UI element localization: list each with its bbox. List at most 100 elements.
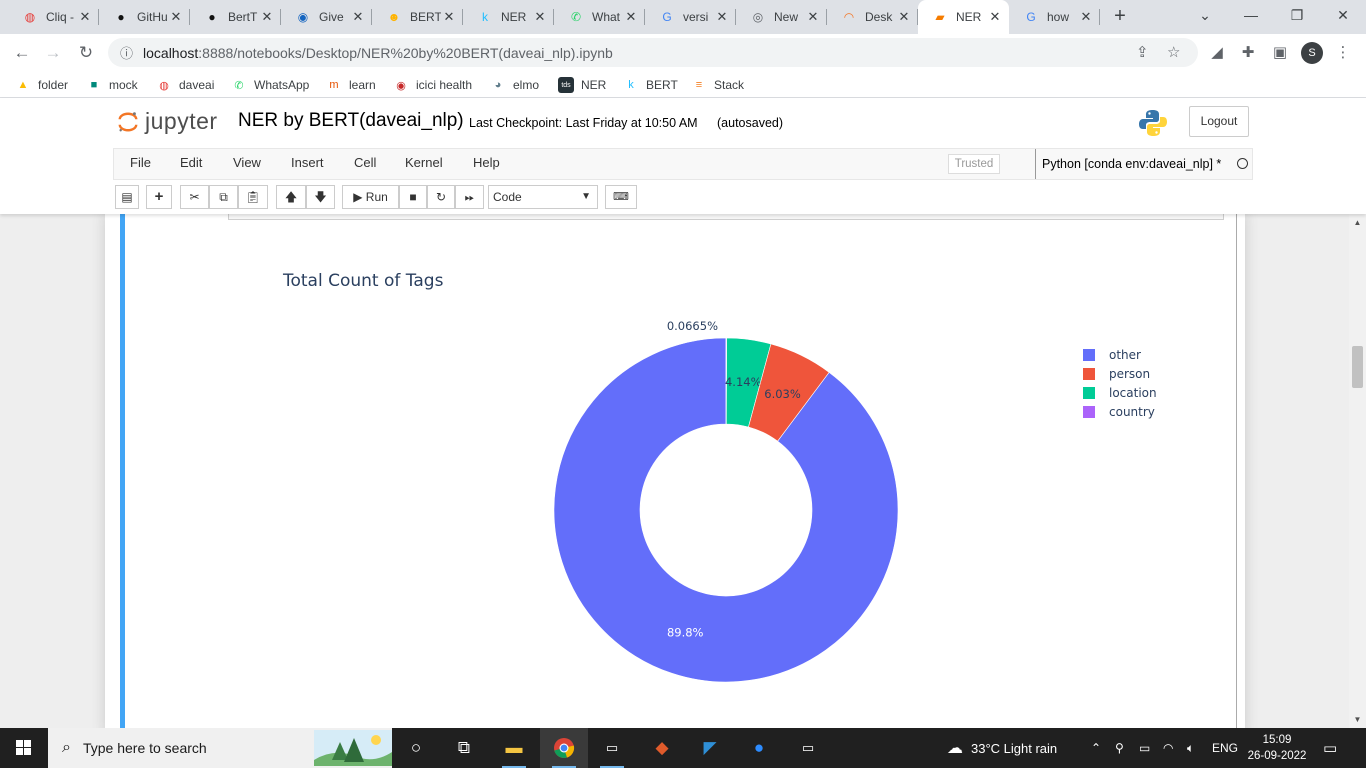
menu-cell[interactable]: Cell — [354, 155, 376, 170]
cut-icon[interactable]: ✂ — [180, 185, 209, 209]
profile-avatar[interactable]: S — [1301, 42, 1323, 64]
close-window-button[interactable]: ✕ — [1320, 0, 1366, 30]
close-tab-icon[interactable]: ✕ — [987, 9, 1003, 25]
browser-tab[interactable]: k NER ✕ — [463, 0, 554, 34]
reload-icon[interactable]: ↻ — [73, 40, 99, 66]
system-clock[interactable]: 15:09 26-09-2022 — [1247, 732, 1307, 764]
terminal-icon[interactable]: ▭ — [588, 728, 636, 768]
bookmark-item[interactable]: k BERT — [623, 75, 678, 95]
wifi-icon[interactable]: ◠ — [1163, 728, 1173, 768]
chrome-menu-icon[interactable]: ⋮ — [1330, 40, 1356, 66]
run-button[interactable]: ▶ Run — [342, 185, 399, 209]
page-scrollbar[interactable]: ▲ ▼ — [1349, 214, 1366, 728]
close-tab-icon[interactable]: ✕ — [259, 9, 275, 25]
move-down-icon[interactable]: 🡇 — [306, 185, 335, 209]
browser-tab[interactable]: Ghow ✕ — [1009, 0, 1100, 34]
close-tab-icon[interactable]: ✕ — [896, 9, 912, 25]
taskbar-search-box[interactable]: ⌕ Type here to search — [48, 728, 392, 768]
volume-icon[interactable]: 🔈︎ — [1187, 728, 1194, 768]
close-tab-icon[interactable]: ✕ — [441, 9, 457, 25]
meet-now-icon[interactable]: ⚲ — [1115, 728, 1124, 768]
browser-tab[interactable]: ◉ Give ✕ — [281, 0, 372, 34]
menu-file[interactable]: File — [130, 155, 151, 170]
browser-tab[interactable]: ◎ New ✕ — [736, 0, 827, 34]
git-icon[interactable]: ◆ — [638, 728, 686, 768]
move-up-icon[interactable]: 🡅 — [276, 185, 306, 209]
side-panel-icon[interactable]: ▣ — [1267, 40, 1293, 66]
extension-stats-icon[interactable]: ◢ — [1204, 40, 1230, 66]
back-icon[interactable]: ← — [9, 40, 35, 66]
close-tab-icon[interactable]: ✕ — [1078, 9, 1094, 25]
copy-icon[interactable]: ⧉ — [209, 185, 238, 209]
forward-icon[interactable]: → — [40, 40, 66, 66]
vscode-icon[interactable]: ◤ — [686, 728, 734, 768]
bookmark-item[interactable]: ◍ daveai — [156, 75, 214, 95]
close-tab-icon[interactable]: ✕ — [805, 9, 821, 25]
interrupt-icon[interactable]: ■ — [399, 185, 427, 209]
trusted-indicator[interactable]: Trusted — [948, 154, 1000, 174]
legend-item[interactable]: person — [1083, 364, 1157, 383]
restart-icon[interactable]: ↻ — [427, 185, 455, 209]
browser-tab[interactable]: ✆ What ✕ — [554, 0, 645, 34]
paste-icon[interactable]: 📋︎ — [238, 185, 268, 209]
bookmark-item[interactable]: ≡ Stack — [691, 75, 744, 95]
bookmark-star-icon[interactable]: ☆ — [1167, 38, 1180, 67]
run-all-icon[interactable]: ⏩︎ — [455, 185, 484, 209]
chrome-taskbar-icon[interactable] — [540, 728, 588, 768]
browser-tab[interactable]: ● BertT ✕ — [190, 0, 281, 34]
menu-kernel[interactable]: Kernel — [405, 155, 443, 170]
browser-tab[interactable]: ▰ NER ✕ — [918, 0, 1009, 34]
site-info-icon[interactable]: ⓘ — [120, 43, 133, 62]
share-icon[interactable]: ⇪ — [1136, 38, 1149, 67]
file-explorer-icon[interactable]: ▬ — [490, 728, 538, 768]
command-palette-icon[interactable]: ⌨ — [605, 185, 637, 209]
tab-search-icon[interactable]: ⌄ — [1182, 0, 1228, 30]
bookmark-item[interactable]: ■ mock — [86, 75, 138, 95]
cell-type-select[interactable]: Code ▼ — [488, 185, 598, 209]
legend-item[interactable]: location — [1083, 383, 1157, 402]
bookmark-item[interactable]: ▲ folder — [15, 75, 68, 95]
minimize-button[interactable]: — — [1228, 0, 1274, 30]
menu-view[interactable]: View — [233, 155, 261, 170]
cortana-icon[interactable]: ○ — [392, 728, 440, 768]
zoom-icon[interactable]: ● — [735, 728, 783, 768]
language-indicator[interactable]: ENG — [1212, 728, 1238, 768]
menu-help[interactable]: Help — [473, 155, 500, 170]
menu-edit[interactable]: Edit — [180, 155, 202, 170]
close-tab-icon[interactable]: ✕ — [168, 9, 184, 25]
bookmark-item[interactable]: ✆ WhatsApp — [231, 75, 309, 95]
weather-widget[interactable]: ☁ 33°C Light rain — [947, 728, 1057, 768]
pie-chart[interactable]: 89.8% 0.0665% 4.14%6.03% — [0, 214, 1349, 728]
bookmark-item[interactable]: m learn — [326, 75, 375, 95]
legend-item[interactable]: country — [1083, 402, 1157, 421]
bookmark-item[interactable]: tds NER — [558, 75, 606, 95]
restore-button[interactable]: ❐ — [1274, 0, 1320, 30]
notebook-name[interactable]: NER by BERT(daveai_nlp) — [238, 110, 464, 132]
notification-icon[interactable]: ▭ — [1323, 728, 1337, 768]
console-icon[interactable]: ▭ — [784, 728, 832, 768]
close-tab-icon[interactable]: ✕ — [77, 9, 93, 25]
browser-tab[interactable]: ☻ BERT ✕ — [372, 0, 463, 34]
browser-tab[interactable]: ◠ Desk ✕ — [827, 0, 918, 34]
menu-insert[interactable]: Insert — [291, 155, 324, 170]
task-view-icon[interactable]: ⧉ — [440, 728, 488, 768]
close-tab-icon[interactable]: ✕ — [350, 9, 366, 25]
address-bar[interactable]: ⓘ localhost:8888/notebooks/Desktop/NER%2… — [108, 38, 1198, 67]
browser-tab[interactable]: ◍ Cliq - ✕ — [8, 0, 99, 34]
scrollbar-thumb[interactable] — [1352, 346, 1363, 388]
insert-cell-icon[interactable]: + — [146, 185, 172, 209]
legend-item[interactable]: other — [1083, 345, 1157, 364]
scroll-up-icon[interactable]: ▲ — [1349, 214, 1366, 231]
windows-start-button[interactable] — [0, 728, 48, 768]
browser-tab[interactable]: ● GitHu ✕ — [99, 0, 190, 34]
jupyter-logo[interactable]: jupyter — [117, 108, 218, 135]
bookmark-item[interactable]: ◉ icici health — [393, 75, 472, 95]
close-tab-icon[interactable]: ✕ — [714, 9, 730, 25]
browser-tab[interactable]: Gversi ✕ — [645, 0, 736, 34]
logout-button[interactable]: Logout — [1189, 106, 1249, 137]
show-hidden-icons[interactable]: ⌃ — [1091, 728, 1101, 768]
bookmark-item[interactable]: ◕ elmo — [490, 75, 539, 95]
extensions-puzzle-icon[interactable]: ✚ — [1235, 40, 1261, 66]
scroll-down-icon[interactable]: ▼ — [1349, 711, 1366, 728]
battery-icon[interactable]: ▭ — [1139, 728, 1150, 768]
